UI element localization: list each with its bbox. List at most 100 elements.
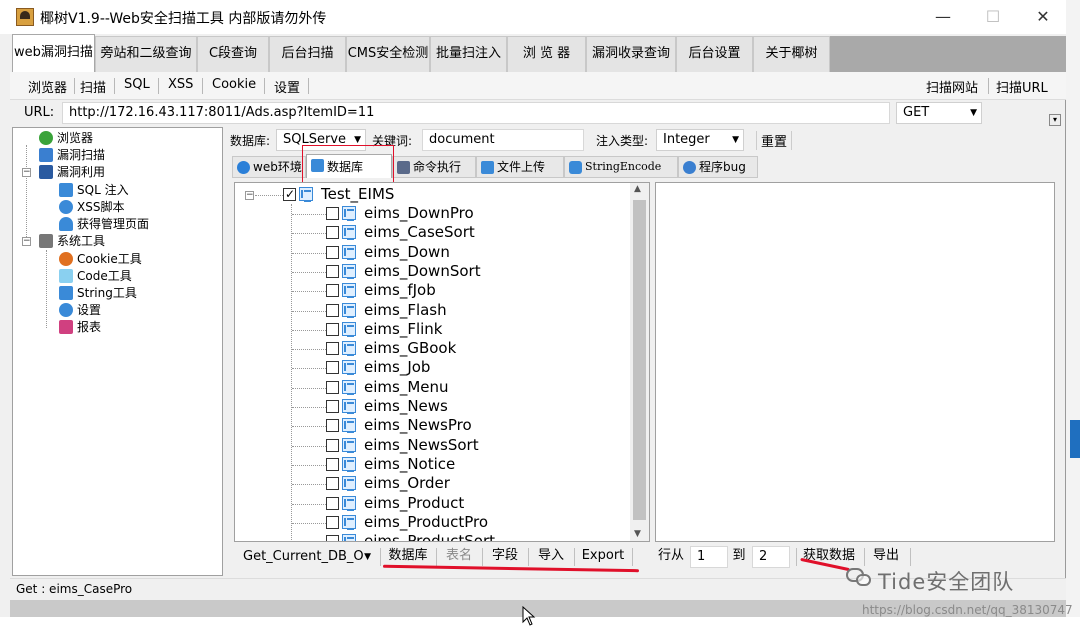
subtab-string-encode[interactable]: StringEncode — [564, 156, 678, 178]
minimize-button[interactable]: — — [920, 4, 966, 30]
upload-icon — [481, 161, 494, 174]
toolbar-separator — [202, 78, 203, 94]
nav-label: XSS脚本 — [77, 200, 125, 214]
collapse-toggle[interactable]: − — [22, 237, 31, 246]
tab-web-vuln-scan[interactable]: web漏洞扫描 — [12, 34, 95, 72]
checkbox[interactable] — [326, 477, 339, 490]
tab-cms-check[interactable]: CMS安全检测 — [346, 36, 430, 72]
tree-guide — [292, 233, 326, 234]
table-icon — [342, 418, 356, 433]
checkmark-icon: ✓ — [285, 187, 296, 201]
export-data-button[interactable]: 导出 — [868, 547, 904, 567]
tab-admin-scan[interactable]: 后台扫描 — [269, 36, 346, 72]
user-icon — [59, 217, 73, 231]
checkbox[interactable] — [326, 342, 339, 355]
subtab-upload[interactable]: 文件上传 — [476, 156, 564, 178]
subtab-label: 命令执行 — [413, 160, 462, 174]
separator — [574, 548, 575, 566]
table-icon — [342, 515, 356, 530]
window-title: 椰树V1.9--Web安全扫描工具 内部版请勿外传 — [40, 11, 327, 27]
app-window: 椰树V1.9--Web安全扫描工具 内部版请勿外传 — ☐ ✕ web漏洞扫描 … — [0, 0, 1066, 617]
check-circle-icon — [39, 131, 53, 145]
checkbox[interactable] — [326, 516, 339, 529]
subtab-web-env[interactable]: web环境 — [232, 156, 306, 178]
checkbox[interactable] — [326, 361, 339, 374]
mode-select[interactable]: Get_Current_DB_O ▼ — [236, 546, 376, 568]
subtab-command[interactable]: 命令执行 — [392, 156, 476, 178]
tab-admin-settings[interactable]: 后台设置 — [676, 36, 753, 72]
toolbar-xss[interactable]: XSS — [168, 77, 193, 92]
scan-icon — [39, 148, 53, 162]
scroll-down-icon[interactable]: ▼ — [634, 529, 641, 539]
row-to-input[interactable]: 2 — [752, 546, 790, 568]
mode-value: Get_Current_DB_O — [243, 549, 364, 564]
checkbox[interactable] — [326, 497, 339, 510]
method-select[interactable]: GET ▼ — [896, 102, 982, 124]
tree-guide — [292, 465, 326, 466]
collapse-toggle[interactable]: − — [245, 191, 254, 200]
separator — [632, 548, 633, 566]
checkbox[interactable] — [326, 400, 339, 413]
checkbox[interactable] — [326, 439, 339, 452]
cookie-icon — [59, 252, 73, 266]
maximize-button[interactable]: ☐ — [970, 4, 1016, 30]
nav-label: 设置 — [77, 303, 102, 317]
scroll-up-icon[interactable]: ▲ — [634, 184, 641, 194]
checkbox[interactable] — [326, 381, 339, 394]
checkbox[interactable] — [326, 419, 339, 432]
row-from-input[interactable]: 1 — [690, 546, 728, 568]
toolbar-cookie[interactable]: Cookie — [212, 77, 256, 92]
tree-guide — [292, 446, 326, 447]
inject-type-value: Integer — [663, 132, 710, 147]
checkbox[interactable] — [326, 458, 339, 471]
checkbox[interactable] — [326, 246, 339, 259]
collapse-toggle[interactable]: − — [22, 168, 31, 177]
tab-batch-inject[interactable]: 批量扫注入 — [430, 36, 507, 72]
inject-type-label: 注入类型: — [596, 134, 649, 148]
checkbox[interactable] — [326, 226, 339, 239]
toolbar-settings[interactable]: 设置 — [274, 77, 300, 96]
nav-label: SQL 注入 — [77, 183, 129, 197]
import-button[interactable]: 导入 — [532, 547, 570, 567]
checkbox[interactable] — [326, 535, 339, 541]
database-icon — [299, 187, 313, 202]
export-button[interactable]: Export — [578, 547, 628, 567]
scrollbar-thumb[interactable] — [633, 200, 646, 520]
get-tables-button[interactable]: 表名 — [440, 547, 478, 567]
tree-guide — [292, 523, 326, 524]
checkbox[interactable] — [326, 207, 339, 220]
checkbox[interactable] — [326, 323, 339, 336]
inject-type-select[interactable]: Integer ▼ — [656, 129, 744, 151]
reset-button[interactable]: 重置 — [756, 131, 793, 150]
tab-about[interactable]: 关于椰树 — [753, 36, 830, 72]
tab-c-segment[interactable]: C段查询 — [197, 36, 269, 72]
tab-side-site-query[interactable]: 旁站和二级查询 — [95, 36, 197, 72]
database-tree: − ✓ Test_EIMS eims_DownPro eims_CaseSort e… — [234, 182, 650, 542]
toolbar-scan-url[interactable]: 扫描URL — [996, 77, 1048, 96]
url-input[interactable]: http://172.16.43.117:8011/Ads.asp?ItemID… — [62, 102, 890, 124]
gear-icon — [59, 303, 73, 317]
keyword-input[interactable]: document — [422, 129, 584, 151]
checkbox[interactable] — [326, 284, 339, 297]
separator — [528, 548, 529, 566]
get-fields-button[interactable]: 字段 — [486, 547, 524, 567]
table-name: eims_Menu — [364, 378, 449, 396]
url-label: URL: — [24, 105, 55, 120]
tree-guide — [255, 195, 283, 196]
string-icon — [59, 286, 73, 300]
toolbar-sql[interactable]: SQL — [124, 77, 150, 92]
title-bar: 椰树V1.9--Web安全扫描工具 内部版请勿外传 — ☐ ✕ — [0, 0, 1066, 34]
tree-guide — [292, 349, 326, 350]
tab-browser[interactable]: 浏 览 器 — [507, 36, 586, 72]
toolbar-scan[interactable]: 扫描 — [80, 77, 106, 96]
tab-vuln-db[interactable]: 漏洞收录查询 — [586, 36, 676, 72]
toolbar-browser[interactable]: 浏览器 — [28, 77, 67, 96]
subtab-program-bug[interactable]: 程序bug — [678, 156, 758, 178]
collapse-icon[interactable]: ▾ — [1049, 114, 1061, 126]
close-button[interactable]: ✕ — [1020, 4, 1066, 30]
checkbox[interactable] — [326, 304, 339, 317]
db-type-label: 数据库: — [230, 134, 271, 148]
checkbox[interactable] — [326, 265, 339, 278]
toolbar-scan-site[interactable]: 扫描网站 — [926, 77, 978, 96]
xss-icon — [59, 200, 73, 214]
